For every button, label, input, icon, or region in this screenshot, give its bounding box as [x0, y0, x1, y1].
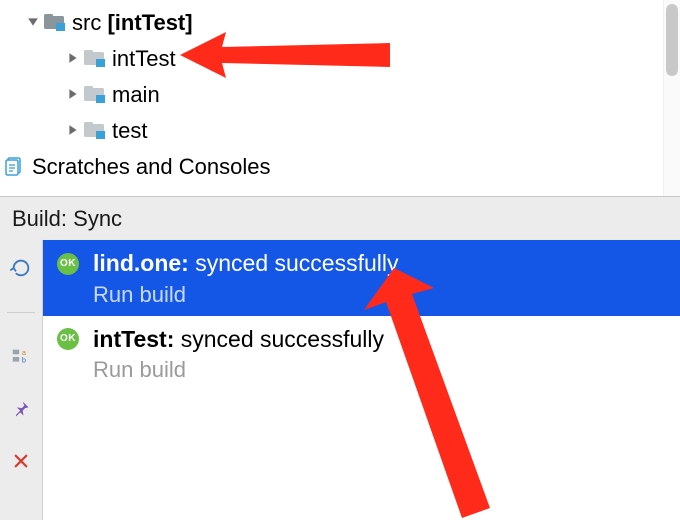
folder-icon: [84, 49, 106, 67]
chevron-right-icon[interactable]: [64, 124, 82, 136]
svg-text:b: b: [22, 356, 26, 365]
build-panel-title: Build: Sync: [12, 206, 122, 232]
tree-scrollbar[interactable]: [663, 0, 680, 196]
chevron-right-icon[interactable]: [64, 88, 82, 100]
ok-badge-icon: OK: [57, 328, 79, 350]
close-icon[interactable]: [9, 449, 33, 473]
ok-badge-icon: OK: [57, 253, 79, 275]
scrollbar-thumb[interactable]: [666, 4, 678, 76]
project-tree[interactable]: src [intTest] intTest main: [0, 0, 680, 184]
build-item-status: synced successfully: [181, 326, 384, 354]
tree-item-inttest[interactable]: intTest: [0, 40, 680, 76]
folder-icon: [84, 85, 106, 103]
build-gutter: ab: [0, 240, 43, 520]
build-item-sub[interactable]: Run build: [93, 357, 666, 383]
build-panel: ab OK lind.one: synced successfully Run …: [0, 240, 680, 520]
build-list[interactable]: OK lind.one: synced successfully Run bui…: [43, 240, 680, 520]
toggle-view-icon[interactable]: ab: [9, 345, 33, 369]
tree-item-test[interactable]: test: [0, 112, 680, 148]
build-item-sub[interactable]: Run build: [93, 282, 666, 308]
tree-root-src[interactable]: src [intTest]: [0, 4, 680, 40]
folder-icon: [84, 121, 106, 139]
chevron-down-icon[interactable]: [24, 16, 42, 28]
pin-icon[interactable]: [9, 397, 33, 421]
folder-icon: [44, 13, 66, 31]
refresh-icon[interactable]: [9, 256, 33, 280]
tree-item-main[interactable]: main: [0, 76, 680, 112]
tree-item-label: intTest: [112, 42, 176, 75]
build-item-status: synced successfully: [195, 250, 398, 278]
chevron-right-icon[interactable]: [64, 52, 82, 64]
build-item-name: intTest:: [93, 326, 174, 354]
scratches-label: Scratches and Consoles: [32, 150, 270, 183]
scratches-icon: [4, 156, 26, 176]
tree-item-label: main: [112, 78, 160, 111]
gutter-separator: [7, 312, 35, 313]
tree-item-label: test: [112, 114, 147, 147]
tree-item-scratches[interactable]: Scratches and Consoles: [0, 148, 680, 184]
build-item-lind-one[interactable]: OK lind.one: synced successfully Run bui…: [43, 240, 680, 316]
build-item-inttest[interactable]: OK intTest: synced successfully Run buil…: [43, 316, 680, 392]
build-panel-header[interactable]: Build: Sync: [0, 196, 680, 242]
tree-root-label: src [intTest]: [72, 6, 193, 39]
build-item-name: lind.one:: [93, 250, 189, 278]
